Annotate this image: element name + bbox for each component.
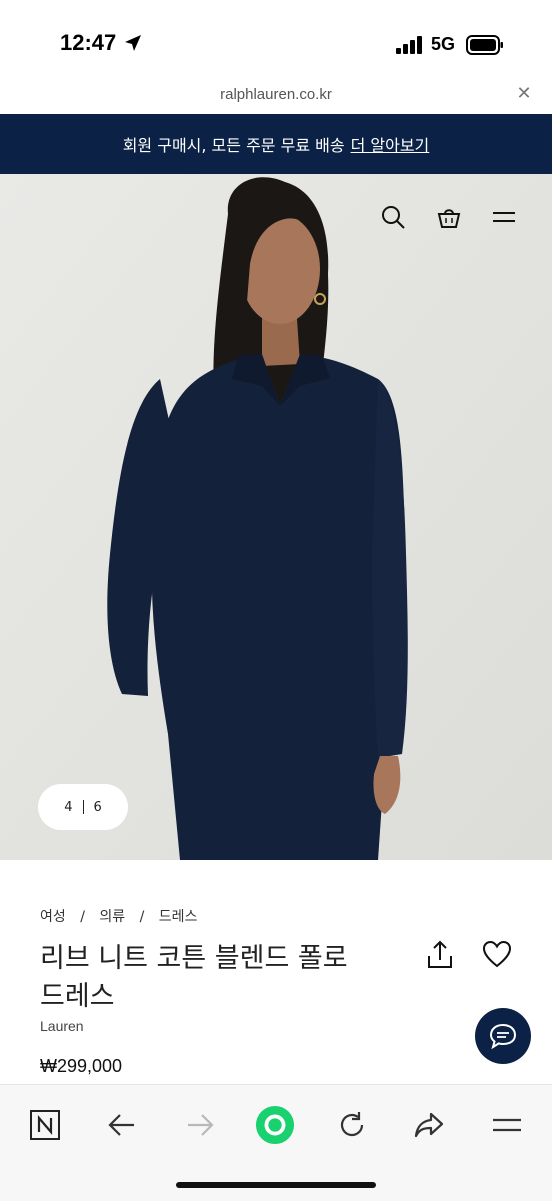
share-icon[interactable] (426, 940, 454, 970)
status-bar: 12:47 5G (0, 0, 552, 80)
menu-icon[interactable] (491, 204, 517, 230)
close-icon[interactable]: ✕ (514, 84, 534, 104)
status-time: 12:47 (60, 30, 117, 55)
product-info: 여성 / 의류 / 드레스 리브 니트 코튼 블렌드 폴로 드레스 Lauren… (0, 860, 552, 1084)
reload-button[interactable] (332, 1105, 372, 1145)
chat-icon (489, 1023, 517, 1050)
product-image-gallery[interactable]: 4 6 (0, 174, 552, 860)
promo-banner: 회원 구매시, 모든 주문 무료 배송 더 알아보기 (0, 114, 552, 174)
hamburger-icon (493, 1118, 521, 1132)
home-indicator[interactable] (176, 1182, 376, 1188)
breadcrumb-separator: / (139, 909, 145, 925)
naver-home-button[interactable] (25, 1105, 65, 1145)
battery-icon (466, 35, 503, 55)
location-arrow-icon (125, 35, 141, 51)
signal-icon (396, 36, 422, 54)
product-price: ₩299,000 (40, 1056, 123, 1076)
gallery-pager: 4 6 (38, 784, 128, 830)
share-arrow-icon (414, 1112, 444, 1138)
toolbar-menu-button[interactable] (487, 1105, 527, 1145)
breadcrumb-item-clothing[interactable]: 의류 (99, 909, 125, 925)
product-title: 리브 니트 코튼 블렌드 폴로 드레스 (40, 943, 348, 1012)
url-text[interactable]: ralphlauren.co.kr (0, 86, 552, 103)
green-dot-button[interactable] (255, 1105, 295, 1145)
network-type: 5G (431, 34, 456, 54)
share-button[interactable] (409, 1105, 449, 1145)
chat-button[interactable] (475, 1008, 531, 1064)
promo-text: 회원 구매시, 모든 주문 무료 배송 (122, 136, 345, 155)
search-icon[interactable] (380, 204, 406, 230)
breadcrumb-item-women[interactable]: 여성 (40, 909, 66, 925)
back-button[interactable] (102, 1105, 142, 1145)
arrow-right-icon (188, 1114, 214, 1136)
naver-n-icon (30, 1110, 60, 1140)
pager-separator (82, 800, 84, 814)
promo-learn-more-link[interactable]: 더 알아보기 (351, 132, 430, 156)
gallery-total-count: 6 (93, 799, 102, 815)
product-brand: Lauren (40, 1018, 84, 1034)
breadcrumb-item-dresses[interactable]: 드레스 (159, 909, 198, 925)
forward-button[interactable] (180, 1105, 220, 1145)
url-bar[interactable]: ralphlauren.co.kr ✕ (0, 80, 552, 114)
breadcrumb-separator: / (80, 909, 85, 925)
shopping-bag-icon[interactable] (436, 204, 462, 230)
product-photo (0, 174, 552, 860)
arrow-left-icon (108, 1114, 134, 1136)
green-dot-icon (255, 1105, 295, 1145)
reload-icon (340, 1112, 364, 1137)
breadcrumb: 여성 / 의류 / 드레스 (40, 906, 207, 926)
gallery-current-index: 4 (64, 799, 73, 815)
heart-icon[interactable] (482, 940, 512, 968)
